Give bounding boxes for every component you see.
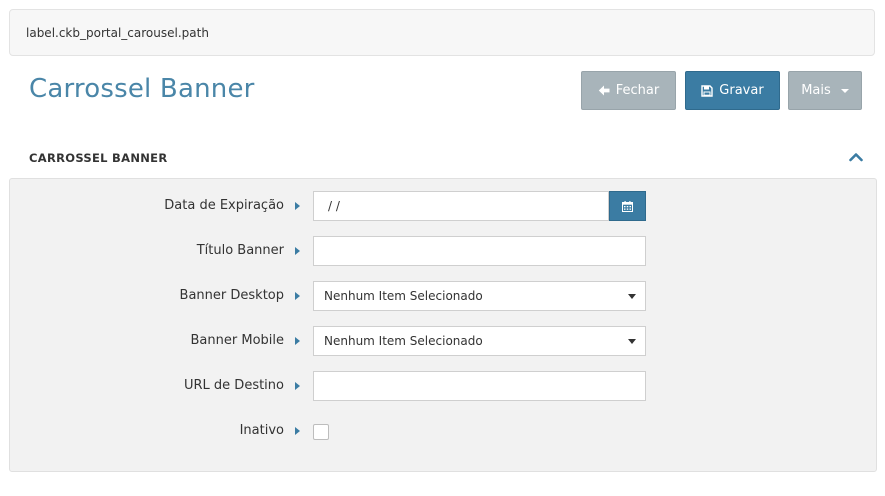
banner-title-input[interactable]	[313, 236, 646, 266]
banner-desktop-value: Nenhum Item Selecionado	[324, 289, 483, 303]
breadcrumb-path: label.ckb_portal_carousel.path	[26, 26, 209, 40]
desktop-label: Banner Desktop	[179, 288, 284, 303]
form-row-title: Título Banner	[10, 236, 878, 266]
arrow-left-icon	[598, 85, 610, 96]
breadcrumb: label.ckb_portal_carousel.path	[9, 9, 875, 56]
inactive-label: Inativo	[239, 423, 284, 438]
banner-mobile-select[interactable]: Nenhum Item Selecionado	[313, 326, 646, 356]
close-button[interactable]: Fechar	[581, 71, 676, 110]
caret-right-icon	[295, 382, 300, 390]
caret-right-icon	[295, 292, 300, 300]
destination-url-input[interactable]	[313, 371, 646, 401]
calendar-icon	[622, 200, 633, 212]
save-button[interactable]: Gravar	[685, 71, 780, 110]
section-title: CARROSSEL BANNER	[29, 151, 168, 165]
floppy-disk-icon	[701, 84, 713, 97]
more-button-label: Mais	[801, 83, 831, 98]
caret-down-icon	[840, 88, 849, 93]
caret-right-icon	[295, 427, 300, 435]
chevron-up-icon[interactable]	[849, 152, 863, 162]
form-row-url: URL de Destino	[10, 371, 878, 401]
form-row-desktop: Banner Desktop Nenhum Item Selecionado	[10, 281, 878, 311]
form-row-expiration: Data de Expiração / /	[10, 191, 878, 221]
calendar-button[interactable]	[609, 191, 646, 221]
url-label: URL de Destino	[184, 378, 284, 393]
caret-right-icon	[295, 202, 300, 210]
close-button-label: Fechar	[615, 83, 660, 98]
expiration-date-input[interactable]: / /	[313, 191, 609, 221]
mobile-label: Banner Mobile	[190, 333, 284, 348]
caret-down-icon	[628, 339, 636, 344]
banner-desktop-select[interactable]: Nenhum Item Selecionado	[313, 281, 646, 311]
form-row-inactive: Inativo	[10, 416, 878, 446]
caret-right-icon	[295, 337, 300, 345]
save-button-label: Gravar	[719, 83, 764, 98]
form-row-mobile: Banner Mobile Nenhum Item Selecionado	[10, 326, 878, 356]
title-label: Título Banner	[196, 243, 284, 258]
form-panel: Data de Expiração / / Título Banner Bann…	[9, 178, 877, 472]
page-title: Carrossel Banner	[29, 74, 255, 104]
inactive-checkbox[interactable]	[313, 424, 329, 440]
caret-down-icon	[628, 294, 636, 299]
caret-right-icon	[295, 247, 300, 255]
banner-mobile-value: Nenhum Item Selecionado	[324, 334, 483, 348]
more-button[interactable]: Mais	[788, 71, 862, 110]
expiration-label: Data de Expiração	[164, 198, 284, 213]
